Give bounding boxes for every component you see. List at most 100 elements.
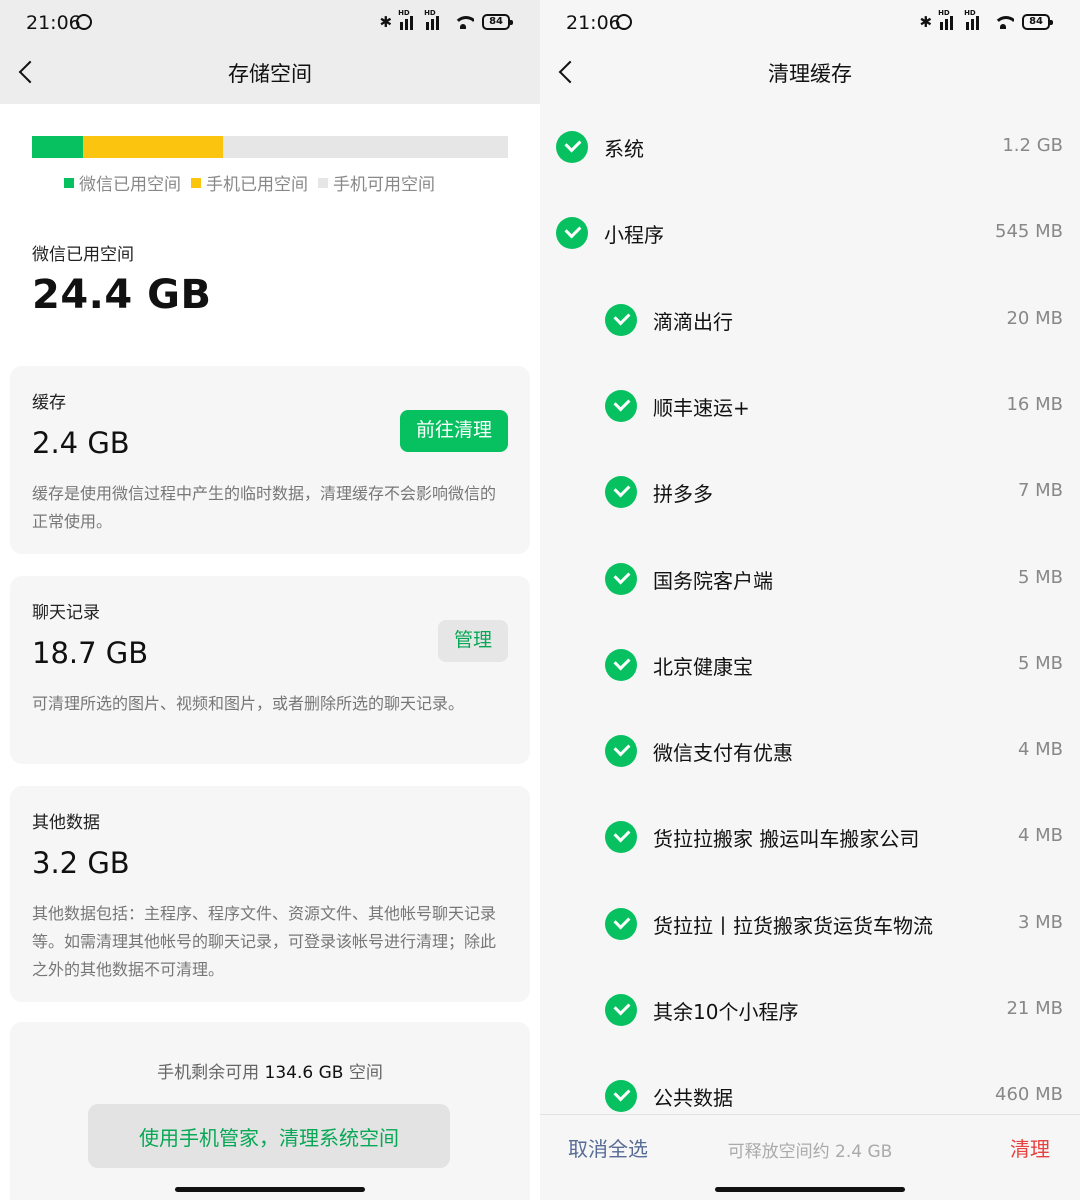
status-bar: 21:06 ✱ HD HD 84 (540, 0, 1080, 48)
signal-icon: HD (398, 9, 418, 30)
cache-list-item[interactable]: 系统 1.2 GB (540, 104, 1080, 190)
cache-item-size: 5 MB (1017, 566, 1063, 588)
clean-button[interactable]: 清理 (1010, 1133, 1050, 1162)
chat-history-description: 可清理所选的图片、视频和图片，或者删除所选的聊天记录。 (32, 694, 465, 713)
cache-item-size: 16 MB (1006, 393, 1063, 415)
cache-list-item[interactable]: 其余10个小程序 21 MB (540, 967, 1080, 1053)
cache-list: 系统 1.2 GB 小程序 545 MB 滴滴出行 20 MB 顺丰速运+ 16 MB 拼多多 7… (540, 104, 1080, 1114)
checkmark-icon[interactable] (605, 735, 637, 768)
storage-usage-bar (32, 136, 508, 158)
cache-item-size: 21 MB (1006, 998, 1063, 1019)
chat-history-size: 18.7 GB (32, 636, 149, 670)
clock: 21:06 (26, 12, 81, 34)
remaining-space-text: 手机剩余可用 134.6 GB 空间 (157, 1063, 383, 1083)
cache-list-item[interactable]: 货拉拉搬家 搬运叫车搬家公司 4 MB (540, 794, 1080, 880)
manage-button[interactable]: 管理 (437, 620, 508, 662)
cache-item-name: 微信支付有优惠 (653, 741, 793, 766)
home-indicator[interactable] (715, 1187, 905, 1192)
cache-item-name: 货拉拉丨拉货搬家货运货车物流 (653, 913, 933, 938)
checkmark-icon[interactable] (605, 994, 637, 1026)
legend-swatch (64, 177, 74, 188)
cache-item-size: 4 MB (1017, 739, 1063, 761)
battery-icon: 84 (482, 14, 513, 30)
storage-screen: 21:06 ✱ HD HD 84 存储空间 微信已用空间 手机已用空间 手机可用… (0, 0, 540, 1200)
cache-list-item[interactable]: 微信支付有优惠 4 MB (540, 708, 1080, 794)
cache-item-name: 拼多多 (653, 482, 713, 507)
cache-title: 缓存 (32, 393, 66, 413)
cache-list-item[interactable]: 滴滴出行 20 MB (540, 277, 1080, 363)
cache-item-name: 货拉拉搬家 搬运叫车搬家公司 (653, 827, 920, 852)
wechat-used-value: 24.4 GB (32, 272, 212, 318)
clock: 21:06 (566, 12, 621, 34)
alarm-icon (76, 14, 92, 30)
cache-description: 缓存是使用微信过程中产生的临时数据，清理缓存不会影响微信的正常使用。 (32, 484, 497, 531)
cache-item-name: 顺丰速运+ (653, 395, 750, 420)
nav-bar: 清理缓存 (540, 48, 1080, 104)
signal-icon: HD (964, 9, 984, 30)
wifi-icon (452, 15, 475, 29)
cache-list-item[interactable]: 拼多多 7 MB (540, 449, 1080, 535)
legend-item: 手机可用空间 (318, 170, 435, 195)
storage-content: 微信已用空间 手机已用空间 手机可用空间 微信已用空间 24.4 GB 缓存 2… (0, 104, 540, 1200)
checkmark-icon[interactable] (556, 131, 588, 163)
legend-item: 微信已用空间 (64, 170, 181, 195)
legend-item: 手机已用空间 (191, 170, 308, 195)
cache-item-size: 5 MB (1017, 652, 1063, 674)
bottom-action-bar: 取消全选 可释放空间约 2.4 GB 清理 (540, 1114, 1080, 1180)
other-data-card: 其他数据 3.2 GB 其他数据包括：主程序、程序文件、资源文件、其他帐号聊天记… (10, 786, 530, 1002)
bluetooth-icon: ✱ (919, 13, 933, 31)
phone-manager-button[interactable]: 使用手机管家，清理系统空间 (88, 1104, 450, 1168)
cache-item-name: 北京健康宝 (653, 654, 753, 679)
checkmark-icon[interactable] (605, 476, 637, 509)
home-indicator[interactable] (175, 1187, 365, 1192)
chat-history-card: 聊天记录 18.7 GB 管理 可清理所选的图片、视频和图片，或者删除所选的聊天… (10, 576, 530, 764)
wifi-icon (992, 15, 1015, 29)
page-title: 存储空间 (228, 62, 312, 86)
other-data-description: 其他数据包括：主程序、程序文件、资源文件、其他帐号聊天记录等。如需清理其他帐号的… (32, 904, 497, 979)
legend-swatch (318, 177, 328, 188)
cache-item-name: 公共数据 (653, 1086, 733, 1111)
cache-size: 2.4 GB (32, 426, 130, 460)
signal-icon: HD (424, 9, 444, 30)
page-title: 清理缓存 (768, 62, 852, 86)
cache-item-name: 滴滴出行 (653, 309, 733, 334)
checkmark-icon[interactable] (605, 303, 637, 336)
nav-bar: 存储空间 (0, 48, 540, 104)
cache-list-item[interactable]: 顺丰速运+ 16 MB (540, 363, 1080, 449)
go-clean-button[interactable]: 前往清理 (399, 410, 508, 452)
wechat-used-label: 微信已用空间 (32, 245, 134, 265)
checkmark-icon[interactable] (605, 648, 637, 681)
phone-storage-card: 手机剩余可用 134.6 GB 空间 使用手机管家，清理系统空间 (10, 1022, 530, 1200)
cache-item-name: 系统 (604, 137, 644, 161)
cache-item-size: 4 MB (1017, 825, 1063, 847)
wechat-usage-segment (32, 136, 83, 158)
checkmark-icon[interactable] (556, 217, 588, 250)
cache-card: 缓存 2.4 GB 前往清理 缓存是使用微信过程中产生的临时数据，清理缓存不会影… (10, 366, 530, 554)
cache-list-item[interactable]: 公共数据 460 MB (540, 1053, 1080, 1114)
cache-item-size: 20 MB (1006, 307, 1063, 329)
other-data-size: 3.2 GB (32, 846, 130, 880)
cache-list-item[interactable]: 小程序 545 MB (540, 190, 1080, 276)
cache-list-item[interactable]: 北京健康宝 5 MB (540, 622, 1080, 708)
checkmark-icon[interactable] (605, 562, 637, 595)
cache-item-size: 7 MB (1017, 480, 1063, 502)
phone-usage-segment (82, 136, 223, 158)
usage-legend: 微信已用空间 手机已用空间 手机可用空间 (64, 170, 435, 195)
cache-list-item[interactable]: 国务院客户端 5 MB (540, 536, 1080, 622)
bluetooth-icon: ✱ (379, 13, 393, 31)
status-bar: 21:06 ✱ HD HD 84 (0, 0, 540, 48)
cache-item-size: 3 MB (1017, 911, 1063, 933)
clean-cache-screen: 21:06 ✱ HD HD 84 清理缓存 系统 1.2 GB 小程序 545 MB 滴… (540, 0, 1080, 1200)
cache-list-item[interactable]: 货拉拉丨拉货搬家货运货车物流 3 MB (540, 881, 1080, 967)
cache-item-size: 460 MB (995, 1084, 1063, 1106)
checkmark-icon[interactable] (605, 821, 637, 854)
cache-item-size: 1.2 GB (1002, 135, 1063, 156)
signal-icon: HD (938, 9, 958, 30)
chat-history-title: 聊天记录 (32, 603, 100, 623)
battery-icon: 84 (1022, 14, 1053, 30)
legend-swatch (191, 177, 201, 188)
remaining-space-value: 134.6 GB (264, 1063, 344, 1083)
checkmark-icon[interactable] (605, 389, 637, 422)
checkmark-icon[interactable] (605, 907, 637, 940)
checkmark-icon[interactable] (605, 1080, 637, 1113)
